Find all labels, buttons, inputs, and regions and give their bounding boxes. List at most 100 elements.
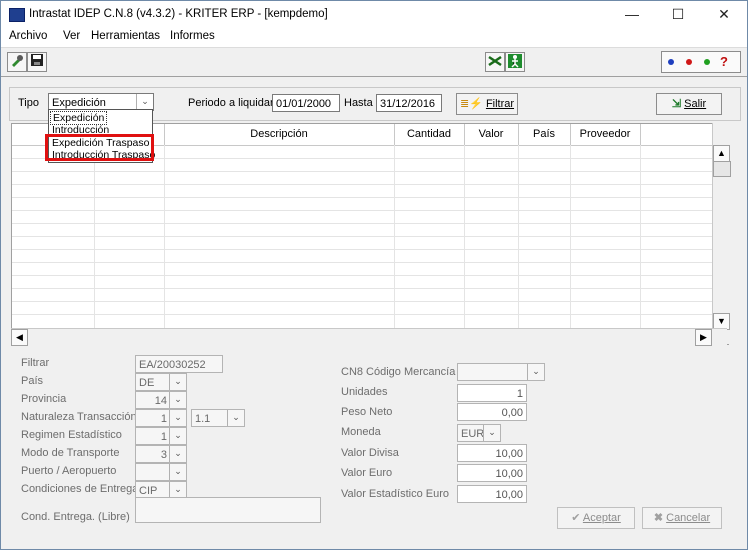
menu-archivo[interactable]: Archivo bbox=[9, 30, 47, 42]
exit-icon: ⇲ bbox=[671, 98, 682, 110]
cn8-label: CN8 Código Mercancía bbox=[341, 366, 456, 378]
menu-herramientas[interactable]: Herramientas bbox=[91, 30, 160, 42]
naturaleza-value-1: 1 bbox=[160, 413, 167, 425]
money-transfer-icon[interactable] bbox=[485, 52, 505, 72]
valor-estadistico-label: Valor Estadístico Euro bbox=[341, 488, 450, 500]
close-button[interactable]: ✕ bbox=[701, 1, 747, 28]
cond-libre-label: Cond. Entrega. (Libre) bbox=[21, 511, 130, 523]
col-pais[interactable]: País bbox=[518, 124, 571, 145]
scroll-right-icon[interactable]: ▶ bbox=[695, 329, 712, 346]
cancel-icon: ✖ bbox=[653, 512, 664, 524]
tipo-label: Tipo bbox=[18, 97, 39, 109]
cn8-combo[interactable]: ⌄ bbox=[457, 363, 545, 381]
chevron-down-icon[interactable]: ⌄ bbox=[169, 482, 186, 498]
flag-green-icon[interactable] bbox=[704, 59, 710, 65]
chevron-down-icon[interactable]: ⌄ bbox=[527, 364, 544, 380]
scroll-up-icon[interactable]: ▲ bbox=[713, 145, 730, 162]
col-descripcion[interactable]: Descripción bbox=[164, 124, 395, 145]
condiciones-value: CIP bbox=[139, 485, 158, 497]
periodo-to-input[interactable]: 31/12/2016 bbox=[376, 94, 442, 112]
chevron-down-icon[interactable]: ⌄ bbox=[169, 410, 186, 426]
periodo-from-input[interactable]: 01/01/2000 bbox=[272, 94, 340, 112]
modo-transporte-value: 3 bbox=[160, 449, 167, 461]
regimen-combo[interactable]: 1 ⌄ bbox=[135, 427, 187, 445]
col-cantidad[interactable]: Cantidad bbox=[394, 124, 465, 145]
hasta-label: Hasta bbox=[344, 97, 373, 109]
toolbar: ? bbox=[1, 47, 747, 77]
modo-transporte-label: Modo de Transporte bbox=[21, 447, 120, 459]
condiciones-label: Condiciones de Entrega bbox=[21, 483, 139, 495]
tools-icon[interactable] bbox=[7, 52, 27, 72]
highlight-box bbox=[45, 134, 154, 161]
valor-euro-input[interactable]: 10,00 bbox=[457, 464, 527, 482]
naturaleza-label: Naturaleza Transacción bbox=[21, 411, 137, 423]
flag-blue-icon[interactable] bbox=[668, 59, 674, 65]
filtrar-field-label: Filtrar bbox=[21, 357, 50, 369]
valor-divisa-label: Valor Divisa bbox=[341, 447, 399, 459]
col-valor[interactable]: Valor bbox=[464, 124, 519, 145]
main-window: Intrastat IDEP C.N.8 (v4.3.2) - KRITER E… bbox=[0, 0, 748, 550]
title-bar: Intrastat IDEP C.N.8 (v4.3.2) - KRITER E… bbox=[1, 1, 747, 28]
exit-person-icon[interactable] bbox=[505, 52, 525, 72]
periodo-label: Periodo a liquidar bbox=[188, 97, 274, 109]
naturaleza-combo-1[interactable]: 1 ⌄ bbox=[135, 409, 187, 427]
provincia-combo[interactable]: 14 ⌄ bbox=[135, 391, 187, 409]
moneda-combo[interactable]: EUR ⌄ bbox=[457, 424, 501, 442]
valor-divisa-input[interactable]: 10,00 bbox=[457, 444, 527, 462]
peso-label: Peso Neto bbox=[341, 406, 393, 418]
chevron-down-icon[interactable]: ⌄ bbox=[169, 392, 186, 408]
app-icon bbox=[9, 8, 25, 22]
chevron-down-icon[interactable]: ⌄ bbox=[136, 94, 153, 110]
horizontal-scrollbar[interactable]: ◀ ▶ bbox=[11, 328, 727, 346]
chevron-down-icon[interactable]: ⌄ bbox=[227, 410, 244, 426]
vertical-scrollbar[interactable]: ▲ ▼ bbox=[712, 123, 731, 344]
provincia-label: Provincia bbox=[21, 393, 67, 405]
unidades-input[interactable]: 1 bbox=[457, 384, 527, 402]
filtrar-button[interactable]: ≣⚡ Filtrar bbox=[456, 93, 518, 115]
cond-libre-field[interactable] bbox=[135, 497, 321, 523]
puerto-label: Puerto / Aeropuerto bbox=[21, 465, 117, 477]
pais-label: País bbox=[21, 375, 44, 387]
menu-bar: Archivo Ver Herramientas Informes bbox=[1, 28, 747, 47]
maximize-button[interactable]: ☐ bbox=[655, 1, 701, 28]
menu-ver[interactable]: Ver bbox=[63, 30, 80, 42]
regimen-label: Regimen Estadístico bbox=[21, 429, 122, 441]
modo-transporte-combo[interactable]: 3 ⌄ bbox=[135, 445, 187, 463]
regimen-value: 1 bbox=[160, 431, 167, 443]
scroll-left-icon[interactable]: ◀ bbox=[11, 329, 28, 346]
peso-input[interactable]: 0,00 bbox=[457, 403, 527, 421]
option-expedicion[interactable]: Expedición bbox=[50, 111, 108, 125]
chevron-down-icon[interactable]: ⌄ bbox=[169, 446, 186, 462]
aceptar-button[interactable]: ✔ Aceptar bbox=[557, 507, 635, 529]
naturaleza-combo-2[interactable]: 1.1 ⌄ bbox=[191, 409, 245, 427]
cancelar-button[interactable]: ✖ Cancelar bbox=[642, 507, 722, 529]
scroll-thumb[interactable] bbox=[713, 161, 731, 177]
moneda-value: EUR bbox=[461, 428, 485, 440]
provincia-value: 14 bbox=[154, 395, 167, 407]
unidades-label: Unidades bbox=[341, 386, 388, 398]
help-icon[interactable]: ? bbox=[720, 54, 728, 69]
menu-informes[interactable]: Informes bbox=[170, 30, 215, 42]
filtrar-field[interactable]: EA/20030252 bbox=[135, 355, 223, 373]
salir-button[interactable]: ⇲ Salir bbox=[656, 93, 722, 115]
chevron-down-icon[interactable]: ⌄ bbox=[169, 374, 186, 390]
puerto-combo[interactable]: ⌄ bbox=[135, 463, 187, 481]
col-proveedor[interactable]: Proveedor bbox=[570, 124, 641, 145]
window-title: Intrastat IDEP C.N.8 (v4.3.2) - KRITER E… bbox=[29, 8, 328, 20]
chevron-down-icon[interactable]: ⌄ bbox=[483, 425, 500, 441]
flag-red-icon[interactable] bbox=[686, 59, 692, 65]
flags-group: ? bbox=[661, 51, 741, 73]
filter-icon: ≣⚡ bbox=[459, 98, 483, 110]
naturaleza-value-2: 1.1 bbox=[195, 413, 211, 425]
save-icon[interactable] bbox=[27, 52, 47, 72]
chevron-down-icon[interactable]: ⌄ bbox=[169, 428, 186, 444]
pais-value: DE bbox=[139, 377, 155, 389]
pais-combo[interactable]: DE ⌄ bbox=[135, 373, 187, 391]
tipo-value: Expedición bbox=[52, 97, 106, 109]
valor-euro-label: Valor Euro bbox=[341, 467, 393, 479]
minimize-button[interactable]: — bbox=[609, 1, 655, 28]
check-icon: ✔ bbox=[571, 512, 581, 524]
valor-estadistico-input[interactable]: 10,00 bbox=[457, 485, 527, 503]
moneda-label: Moneda bbox=[341, 426, 381, 438]
chevron-down-icon[interactable]: ⌄ bbox=[169, 464, 186, 480]
